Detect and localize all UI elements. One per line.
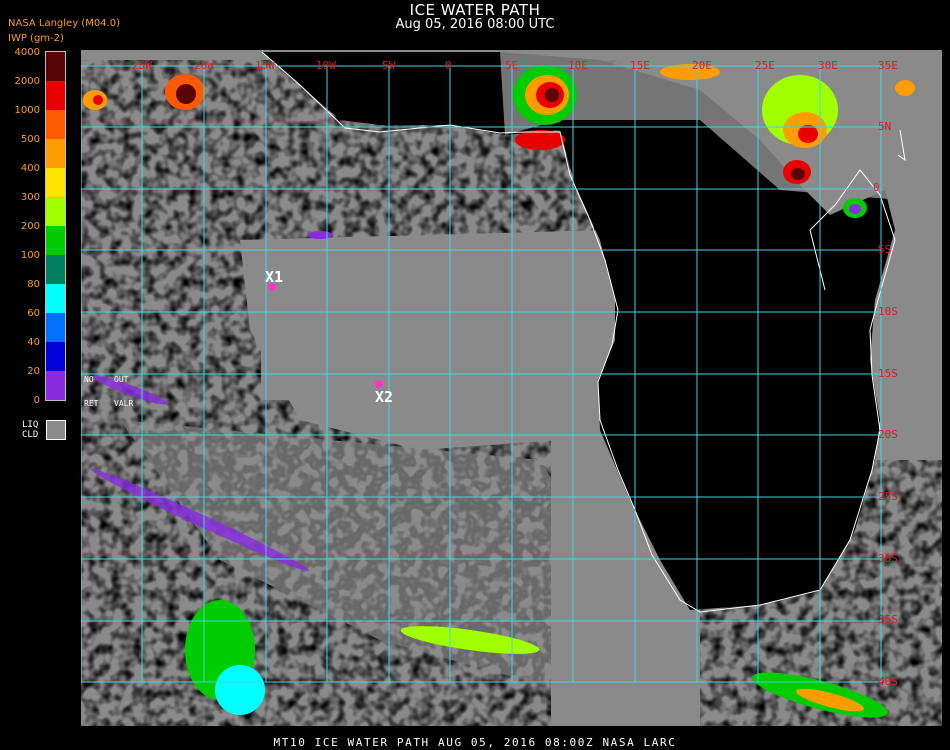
marker-x1-label: X1 <box>265 268 284 286</box>
longitude-label: 35E <box>878 59 898 72</box>
out-valr-label-2: VALR <box>114 399 134 408</box>
longitude-label: 30E <box>818 59 838 72</box>
latitude-label: 35S <box>878 613 898 626</box>
latitude-label: 15S <box>878 367 898 380</box>
no-ret-label-1: NO <box>84 375 94 384</box>
legend-tick-label: 0 <box>33 395 40 406</box>
legend-tick-label: 4000 <box>14 47 40 58</box>
longitude-label: 15E <box>630 59 650 72</box>
legend-tick-label: 20 <box>27 366 40 377</box>
latitude-label: 25S <box>878 490 898 503</box>
liq-label-2: CLD <box>22 430 39 440</box>
legend-tick-label: 500 <box>20 134 40 145</box>
latitude-label: 5N <box>878 120 892 133</box>
latitude-label: 0 <box>873 181 880 194</box>
longitude-label: 15W <box>255 59 275 72</box>
timestamp: Aug 05, 2016 08:00 UTC <box>395 17 555 32</box>
latitude-label: 10S <box>878 305 898 318</box>
liq-label-1: LIQ <box>22 420 39 430</box>
longitude-label: 20W <box>194 59 214 72</box>
longitude-label: 5E <box>505 59 519 72</box>
latitude-label: 20S <box>878 428 898 441</box>
longitude-label: 10E <box>568 59 588 72</box>
longitude-label: 5W <box>382 59 396 72</box>
latitude-label: 5S <box>878 243 892 256</box>
longitude-label: 10W <box>316 59 336 72</box>
legend-tick-label: 200 <box>20 221 40 232</box>
legend-tick-label: 400 <box>20 163 40 174</box>
longitude-label: 25E <box>755 59 775 72</box>
longitude-label: 25W <box>132 59 152 72</box>
out-valr-label-1: OUT <box>114 375 129 384</box>
legend-tick-label: 60 <box>27 308 40 319</box>
legend-frame <box>45 51 66 401</box>
liquid-cloud-swatch <box>46 420 66 440</box>
satellite-map <box>81 50 942 726</box>
legend-tick-label: 100 <box>20 250 40 261</box>
longitude-label: 0 <box>445 59 452 72</box>
no-ret-label-2: RET <box>84 399 99 408</box>
footer-caption: MT10 ICE WATER PATH AUG 05, 2016 08:00Z … <box>273 736 677 749</box>
latitude-label: 40S <box>878 675 898 688</box>
legend-tick-label: 1000 <box>14 105 40 116</box>
units-label: IWP (gm-2) <box>8 33 64 44</box>
legend-tick-label: 80 <box>27 279 40 290</box>
marker-x2-dot <box>375 380 383 388</box>
longitude-label: 20E <box>692 59 712 72</box>
legend-tick-label: 2000 <box>14 76 40 87</box>
legend-tick-label: 300 <box>20 192 40 203</box>
marker-x2-label: X2 <box>375 388 394 406</box>
latitude-label: 30S <box>878 552 898 565</box>
legend-tick-label: 40 <box>27 337 40 348</box>
source-label: NASA Langley (M04.0) <box>8 18 120 29</box>
